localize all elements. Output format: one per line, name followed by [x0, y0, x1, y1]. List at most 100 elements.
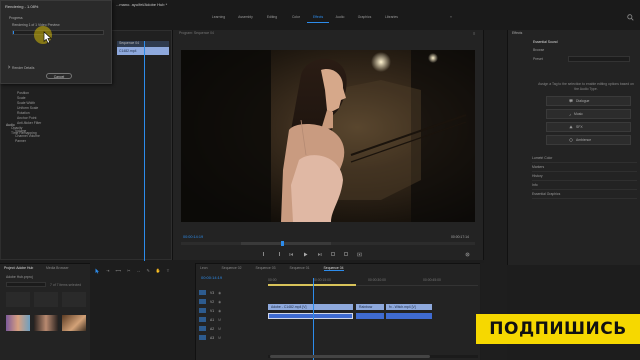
mark-out-icon[interactable]: [276, 252, 280, 256]
program-playhead[interactable]: [281, 241, 284, 246]
track-target-toggle[interactable]: [199, 326, 206, 331]
collapsed-panel-markers[interactable]: Markers: [532, 163, 637, 172]
workspace-tab-graphics[interactable]: Graphics: [351, 15, 378, 23]
audio-type-button-ambience[interactable]: Ambience: [546, 135, 631, 145]
eye-icon[interactable]: ◉: [218, 291, 221, 295]
mute-toggle[interactable]: M: [218, 327, 221, 331]
bin-thumbnail[interactable]: [34, 292, 58, 307]
track-select-tool-icon[interactable]: ⇥: [106, 268, 109, 273]
mute-toggle[interactable]: M: [218, 336, 221, 340]
timeline-tab[interactable]: Sequence 03: [256, 266, 276, 271]
ripple-edit-tool-icon[interactable]: ⟷: [115, 268, 121, 273]
progress-text: Rendering 1 of 1 Video Preview: [12, 23, 60, 27]
bin-thumbnail[interactable]: [62, 292, 86, 307]
video-clip[interactable]: Rainbow: [356, 304, 384, 310]
workspace-tab-learning[interactable]: Learning: [205, 15, 232, 23]
slip-tool-icon[interactable]: ↔: [136, 268, 140, 273]
effects-panel-title[interactable]: Effects: [512, 31, 522, 35]
lift-icon[interactable]: [331, 252, 335, 256]
video-frame: [181, 50, 475, 222]
workspace-more-icon[interactable]: »: [450, 15, 452, 19]
preset-dropdown[interactable]: [568, 56, 630, 62]
track-target-toggle[interactable]: [199, 290, 206, 295]
eye-icon[interactable]: ◉: [218, 300, 221, 304]
workspace-tab-assembly[interactable]: Assembly: [232, 15, 259, 23]
audio-property-list: Volume Channel Volume Panner: [5, 129, 113, 144]
track-header-a2[interactable]: A2 M: [199, 324, 267, 333]
timeline-playhead[interactable]: [313, 278, 314, 360]
eye-icon[interactable]: ◉: [218, 309, 221, 313]
media-browser-tab[interactable]: Media Browser: [46, 266, 69, 270]
audio-clip[interactable]: [356, 313, 384, 319]
project-search-input[interactable]: [6, 282, 46, 287]
track-target-toggle[interactable]: [199, 308, 206, 313]
timeline-tab[interactable]: Leon: [200, 266, 208, 271]
selection-tool-icon[interactable]: [95, 268, 100, 274]
audio-property-row[interactable]: Panner: [5, 139, 113, 144]
razor-tool-icon[interactable]: ✂: [127, 268, 130, 273]
render-details-label[interactable]: Render Details: [12, 66, 34, 70]
track-target-toggle[interactable]: [199, 335, 206, 340]
track-header-v2[interactable]: V2 ◉: [199, 297, 267, 306]
timeline-timecode[interactable]: 00:00:14:19: [201, 275, 222, 280]
type-tool-icon[interactable]: T: [167, 268, 169, 273]
timeline-tab-active[interactable]: Sequence 04: [323, 266, 344, 271]
app-title: ...mano. ayu/fel/Adobe Hub *: [116, 2, 168, 7]
program-settings-icon[interactable]: [465, 252, 470, 257]
mark-in-icon[interactable]: [263, 252, 267, 256]
workspace-tab-audio[interactable]: Audio: [329, 15, 351, 23]
timeline-tab[interactable]: Sequence 02: [222, 266, 242, 271]
audio-clip[interactable]: [386, 313, 432, 319]
track-target-toggle[interactable]: [199, 299, 206, 304]
clip-thumbnail[interactable]: [62, 315, 86, 331]
play-icon[interactable]: [303, 252, 308, 257]
extract-icon[interactable]: [344, 252, 348, 256]
details-chevron-icon[interactable]: [7, 65, 11, 69]
timeline-panel: Leon Sequence 02 Sequence 03 Sequence 01…: [195, 263, 480, 360]
workspace-tab-color[interactable]: Color: [285, 15, 307, 23]
timeline-tab[interactable]: Sequence 01: [290, 266, 310, 271]
search-icon[interactable]: [627, 14, 634, 21]
workspace-tab-editing[interactable]: Editing: [259, 15, 285, 23]
export-frame-icon[interactable]: [357, 252, 362, 257]
workspace-tab-libraries[interactable]: Libraries: [378, 15, 405, 23]
collapsed-panel-history[interactable]: History: [532, 172, 637, 181]
subscribe-banner[interactable]: ПОДПИШИСЬ: [476, 314, 640, 344]
audio-type-button-dialogue[interactable]: Dialogue: [546, 96, 631, 106]
audio-type-label: Ambience: [576, 138, 592, 142]
scroll-thumb[interactable]: [270, 355, 430, 358]
track-header-v1[interactable]: V1 ◉: [199, 306, 267, 315]
timeline-scrollbar[interactable]: [268, 355, 478, 358]
video-clip[interactable]: fx - Witch.mp4 [V]: [386, 304, 432, 310]
step-back-icon[interactable]: [289, 252, 294, 257]
track-target-toggle[interactable]: [199, 317, 206, 322]
hand-tool-icon[interactable]: ✋: [156, 268, 161, 273]
program-scrubber[interactable]: [181, 241, 475, 246]
audio-type-button-music[interactable]: ♪ Music: [546, 109, 631, 119]
workspace-tab-effects[interactable]: Effects: [307, 15, 329, 23]
timeline-ruler[interactable]: 00:00 00:00:15:00 00:00:30:00 00:00:45:0…: [268, 278, 478, 286]
track-header-v3[interactable]: V3 ◉: [199, 288, 267, 297]
collapsed-panel-info[interactable]: Info: [532, 181, 637, 190]
clip-thumbnail[interactable]: [6, 315, 30, 331]
video-clip[interactable]: Adobe - C1482.mp4 [V]: [268, 304, 353, 310]
track-header-a3[interactable]: A3 M: [199, 333, 267, 342]
program-timecode-left[interactable]: 00:00:14:19: [183, 235, 203, 239]
step-forward-icon[interactable]: [317, 252, 322, 257]
audio-clip[interactable]: [268, 313, 353, 319]
work-area-bar[interactable]: [268, 284, 356, 286]
essential-sound-subtitle: Browse: [533, 48, 545, 52]
project-tab[interactable]: Project: Adobe Hub: [4, 266, 33, 270]
dialogue-icon: [569, 99, 573, 103]
collapsed-panel-essential-graphics[interactable]: Essential Graphics: [532, 190, 637, 199]
bin-thumbnail[interactable]: [6, 292, 30, 307]
cancel-button[interactable]: Cancel: [46, 73, 72, 79]
mute-toggle[interactable]: M: [218, 318, 221, 322]
program-monitor-menu-icon[interactable]: ≡: [473, 31, 475, 36]
clip-thumbnail[interactable]: [34, 315, 58, 331]
essential-sound-tab[interactable]: Essential Sound: [533, 40, 558, 44]
audio-type-button-sfx[interactable]: SFX: [546, 122, 631, 132]
collapsed-panel-lumetri-color[interactable]: Lumetri Color: [532, 154, 637, 163]
pen-tool-icon[interactable]: ✎: [146, 268, 149, 273]
track-header-a1[interactable]: A1 M: [199, 315, 267, 324]
